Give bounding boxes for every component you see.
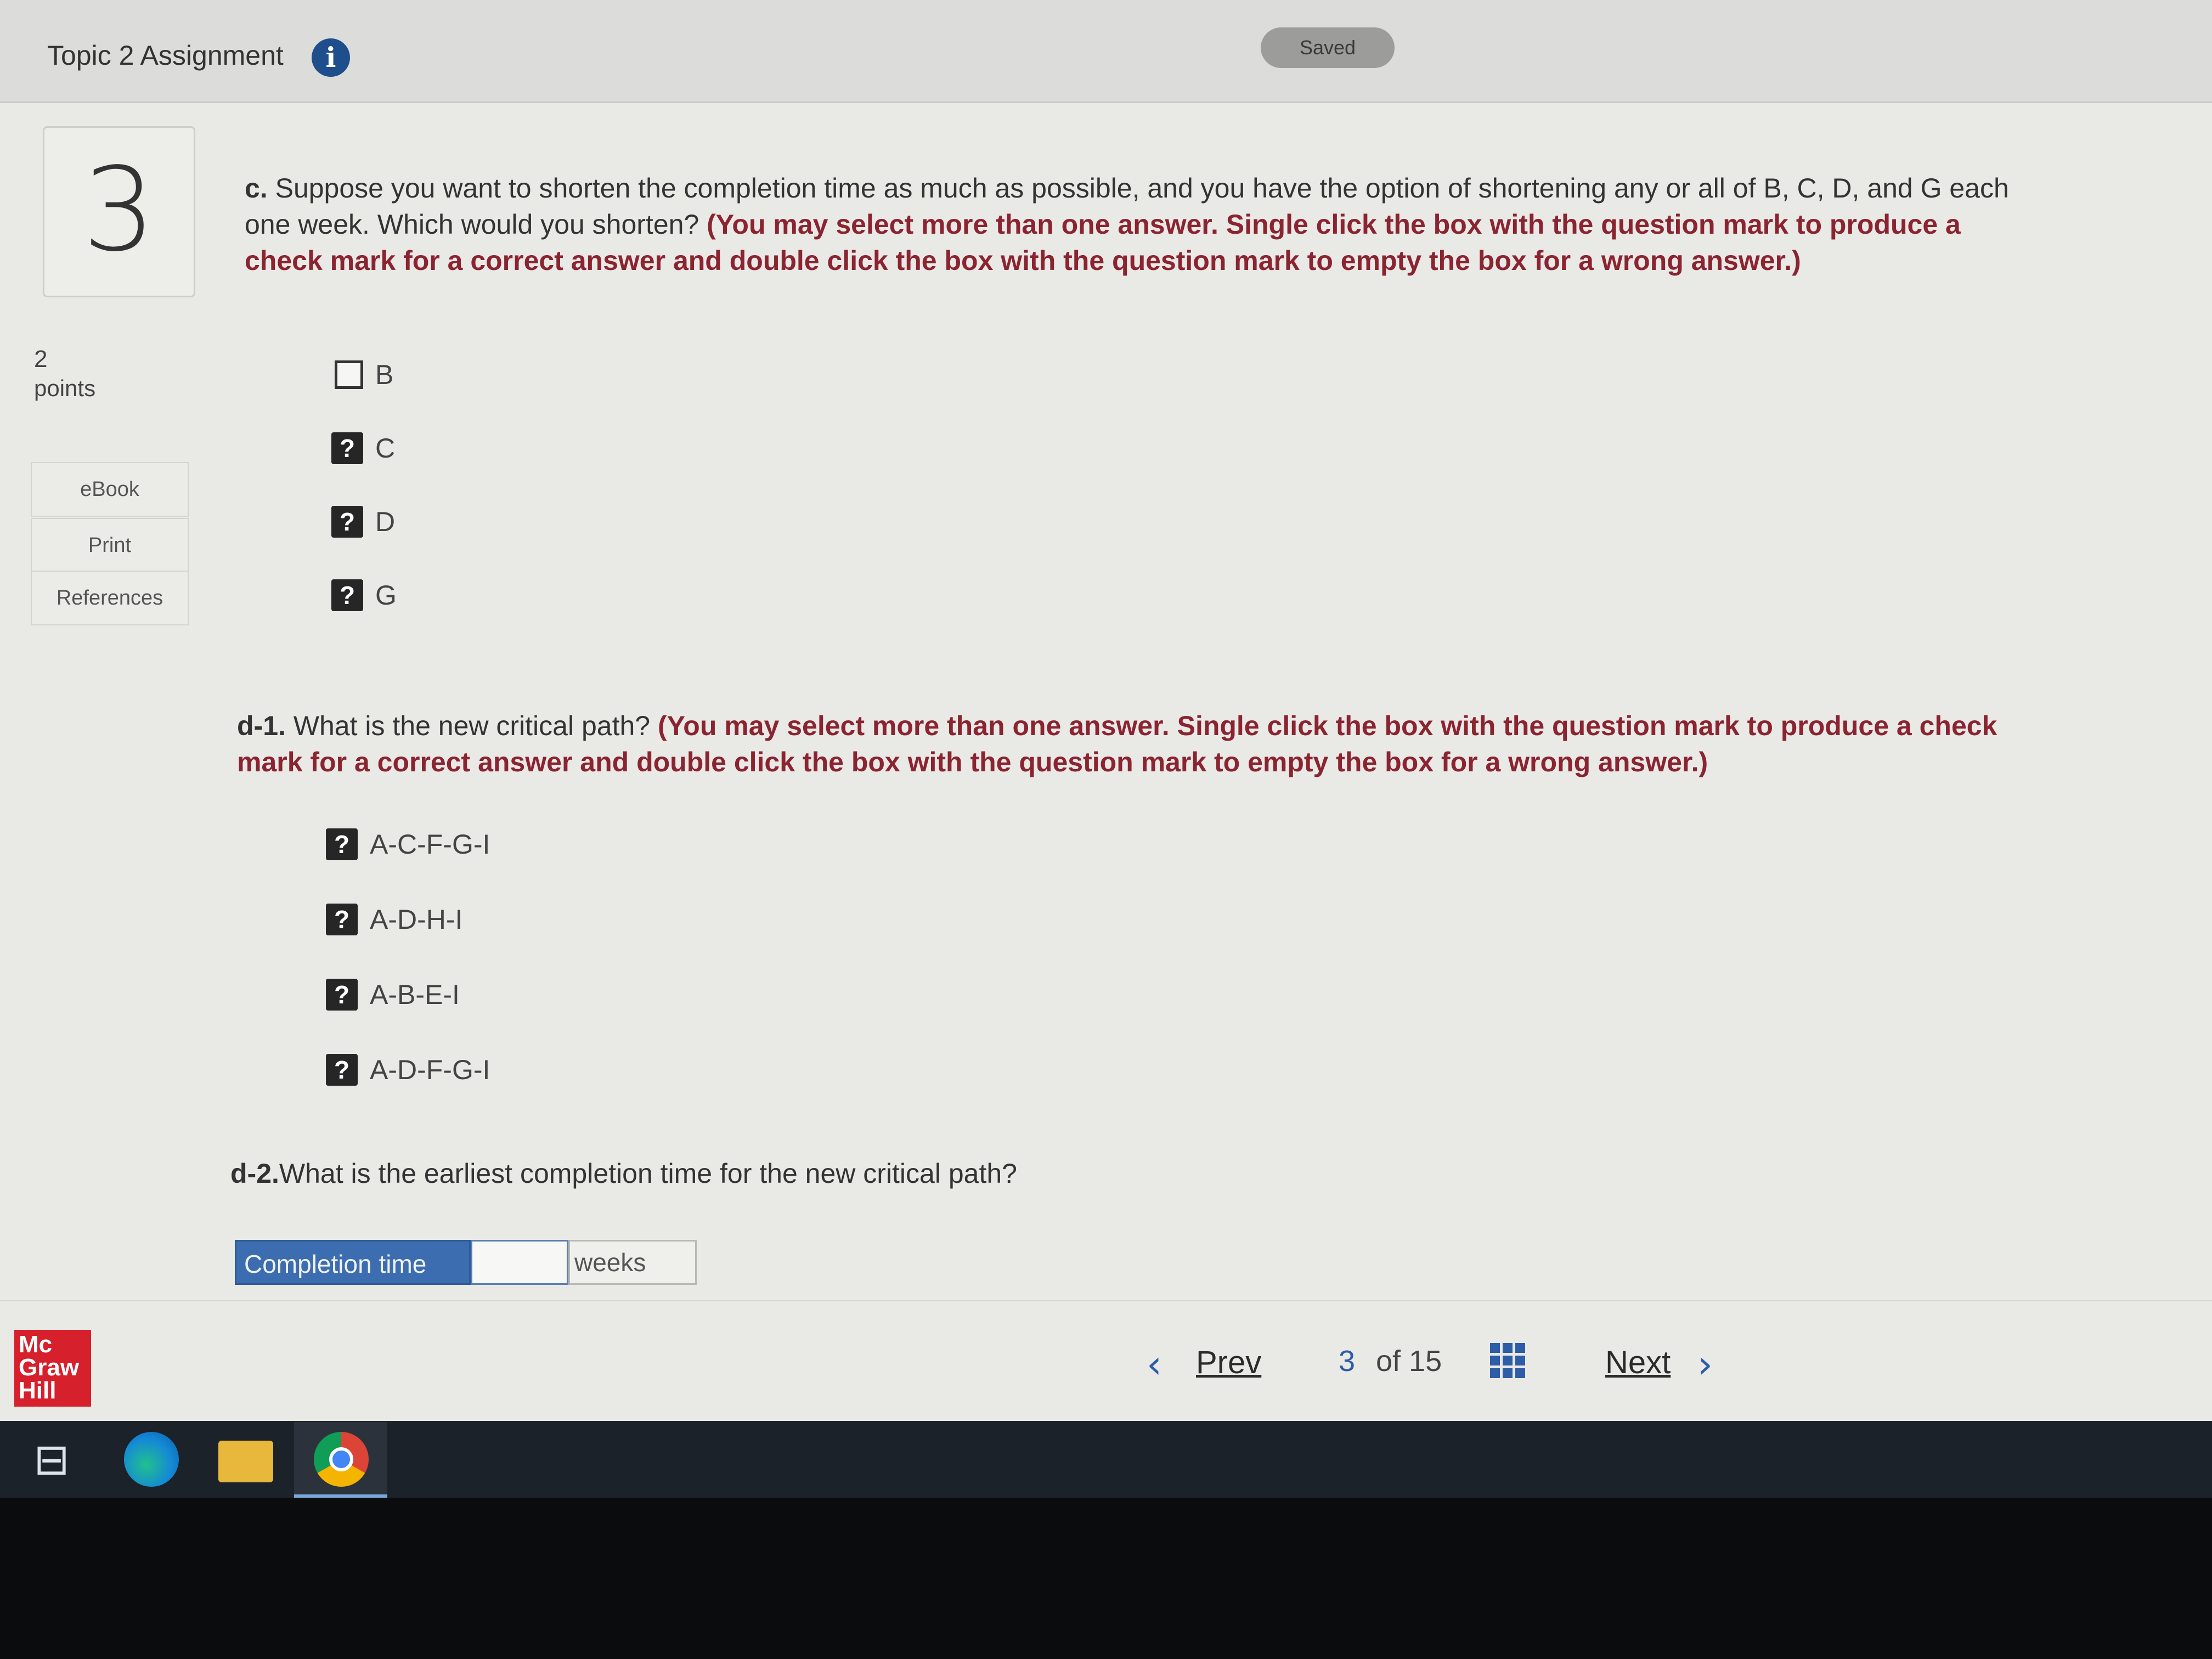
print-button[interactable]: Print [31,518,189,573]
part-d1-label: d-1. [237,710,286,741]
question-mark-icon[interactable]: ? [326,828,358,860]
page-total: of 15 [1376,1345,1442,1378]
mcgraw-hill-logo: Mc Graw Hill [14,1330,91,1407]
logo-line: Mc [19,1331,53,1358]
part-d2-text: What is the earliest completion time for… [279,1158,1017,1189]
task-view-icon[interactable]: ⊟ [24,1432,79,1487]
part-d1-text: What is the new critical path? [285,710,658,741]
question-mark-icon[interactable]: ? [331,579,363,611]
option-c[interactable]: ? C [331,430,395,465]
part-d1-prompt: d-1. What is the new critical path? (You… [237,708,2047,780]
monitor-bezel [0,1498,2212,1659]
path-option-abei[interactable]: ? A-B-E-I [326,977,460,1012]
current-page-number: 3 [1339,1345,1356,1378]
part-c-label: c. [245,173,268,204]
option-d[interactable]: ? D [331,504,395,539]
ebook-button[interactable]: eBook [31,462,189,517]
prev-button[interactable]: Prev [1196,1344,1261,1381]
question-mark-icon[interactable]: ? [331,505,363,538]
option-label: A-D-H-I [370,904,463,935]
question-number-box: 3 [43,126,195,297]
references-button[interactable]: References [31,571,189,625]
edge-browser-icon[interactable] [124,1432,179,1487]
saved-status-badge: Saved [1261,27,1395,68]
option-label: A-C-F-G-I [370,828,490,860]
points-value: 2 [34,346,48,373]
option-g[interactable]: ? G [331,577,397,612]
assignment-title: Topic 2 Assignment [47,40,284,71]
option-label: C [375,432,396,464]
completion-time-input[interactable] [471,1240,568,1285]
question-grid-icon[interactable] [1490,1343,1525,1378]
part-c-prompt: c. Suppose you want to shorten the compl… [245,170,2033,279]
browser-page: Topic 2 Assignment i Saved 3 2 points eB… [0,0,2212,1421]
question-mark-icon[interactable]: ? [331,432,363,464]
points-label: points [34,375,96,401]
option-label: G [375,579,397,611]
part-d2-label: d-2. [230,1158,279,1189]
option-label: A-B-E-I [370,979,460,1010]
path-option-acfgi[interactable]: ? A-C-F-G-I [326,826,490,861]
path-option-adfgi[interactable]: ? A-D-F-G-I [326,1052,490,1087]
question-number: 3 [82,143,156,277]
question-mark-icon[interactable]: ? [326,1053,358,1086]
part-d2-prompt: d-2.What is the earliest completion time… [230,1155,1547,1192]
option-label: B [375,359,394,390]
chevron-right-icon[interactable]: › [1697,1342,1713,1387]
footer-divider [0,1300,2212,1301]
completion-time-unit: weeks [568,1240,697,1285]
next-button[interactable]: Next [1605,1344,1671,1381]
info-icon[interactable]: i [312,38,350,77]
option-b[interactable]: B [335,357,393,392]
question-mark-icon[interactable]: ? [326,978,358,1011]
path-option-adhi[interactable]: ? A-D-H-I [326,901,462,936]
logo-line: Graw [19,1354,80,1381]
file-explorer-icon[interactable] [218,1441,273,1482]
option-label: A-D-F-G-I [370,1054,490,1085]
question-mark-icon[interactable]: ? [326,903,358,935]
chrome-browser-icon[interactable] [314,1432,369,1487]
chevron-left-icon[interactable]: ‹ [1147,1342,1162,1387]
empty-checkbox[interactable] [335,360,363,389]
completion-time-label: Completion time [235,1240,471,1285]
logo-line: Hill [19,1377,57,1404]
assignment-header: Topic 2 Assignment i Saved [0,0,2212,103]
option-label: D [375,506,396,537]
